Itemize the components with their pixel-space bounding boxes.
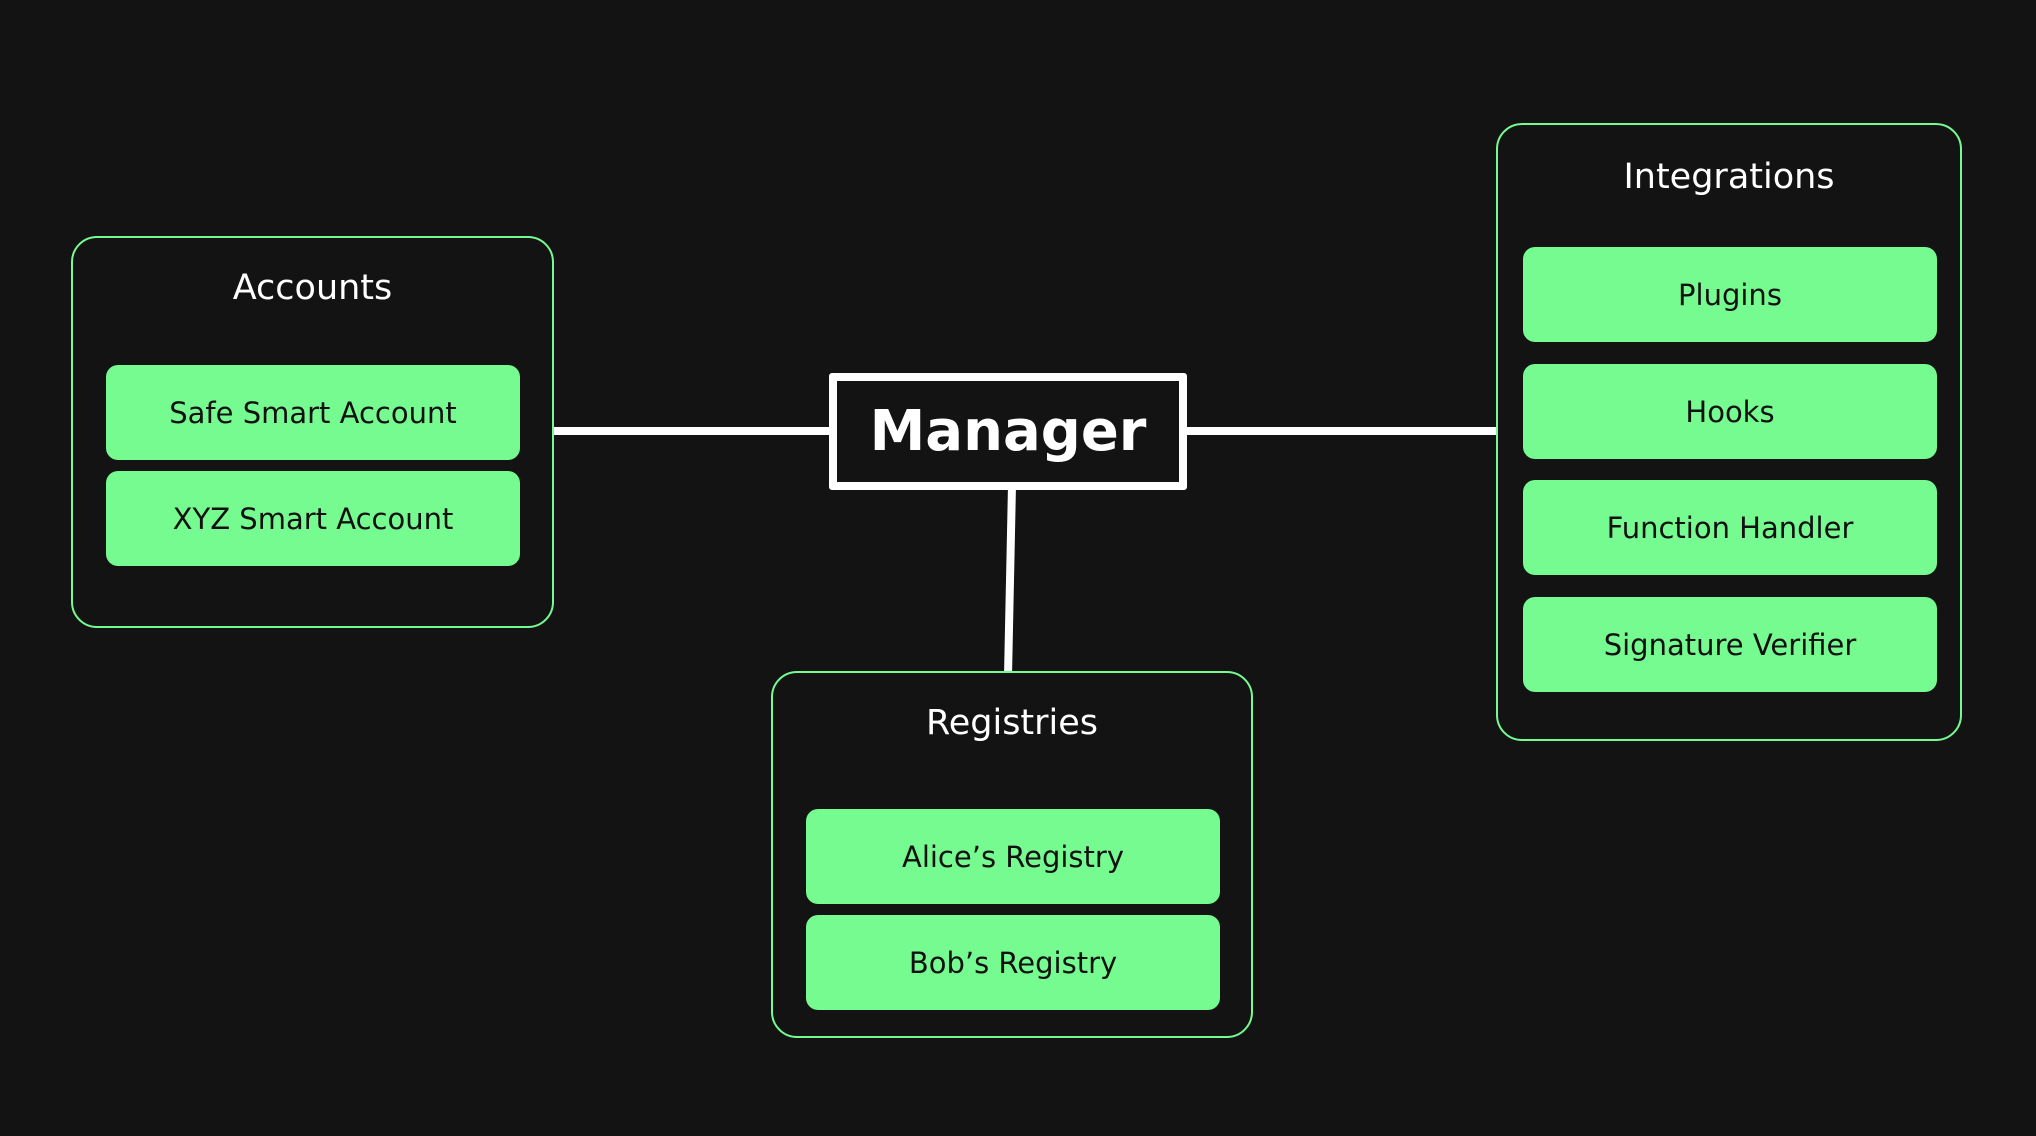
connector-integrations xyxy=(1183,427,1498,435)
registry-item: Bob’s Registry xyxy=(806,915,1220,1010)
registries-title: Registries xyxy=(925,703,1099,743)
integration-item: Function Handler xyxy=(1523,480,1937,575)
registry-item: Alice’s Registry xyxy=(806,809,1220,904)
integration-item: Plugins xyxy=(1523,247,1937,342)
manager-node: Manager xyxy=(829,373,1187,490)
integration-item: Hooks xyxy=(1523,364,1937,459)
account-item: Safe Smart Account xyxy=(106,365,520,460)
integrations-group: Integrations Plugins Hooks Function Hand… xyxy=(1496,123,1962,741)
integration-item: Signature Verifier xyxy=(1523,597,1937,692)
accounts-group: Accounts Safe Smart Account XYZ Smart Ac… xyxy=(71,236,554,628)
account-item: XYZ Smart Account xyxy=(106,471,520,566)
connector-registries xyxy=(1004,488,1016,673)
integrations-title: Integrations xyxy=(1623,157,1835,197)
registries-group: Registries Alice’s Registry Bob’s Regist… xyxy=(771,671,1253,1038)
accounts-title: Accounts xyxy=(232,268,393,308)
connector-accounts xyxy=(553,427,833,435)
